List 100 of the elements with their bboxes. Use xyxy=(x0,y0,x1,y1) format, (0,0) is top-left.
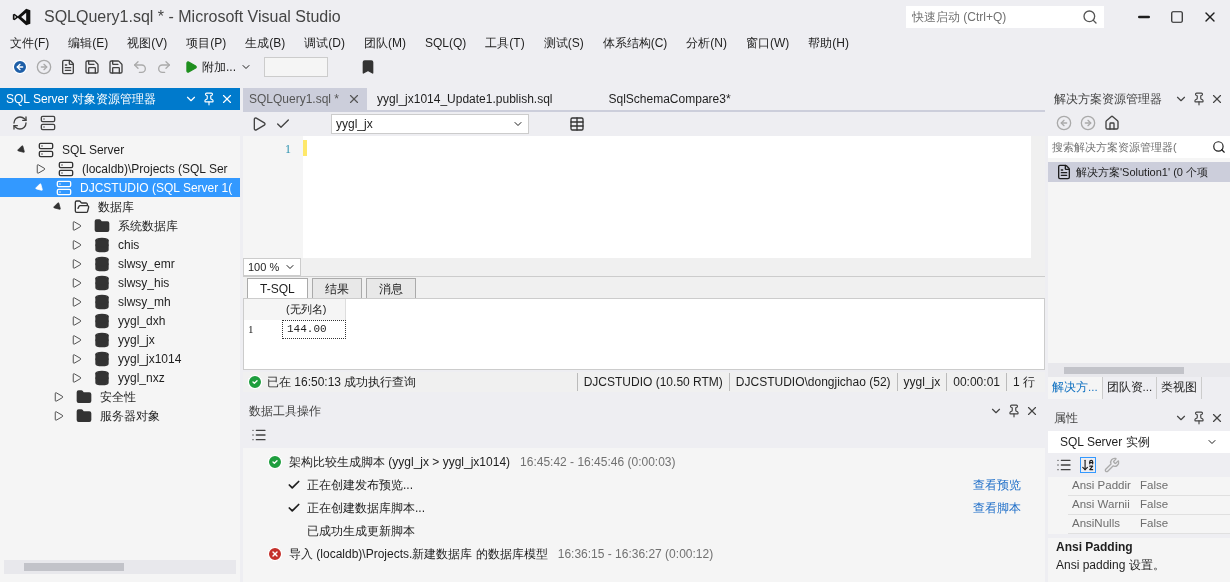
collapsed-arrow-icon[interactable] xyxy=(72,334,82,345)
collapsed-arrow-icon[interactable] xyxy=(72,296,82,307)
tree-item[interactable]: slwsy_mh xyxy=(0,292,240,311)
clear-list-icon[interactable] xyxy=(251,427,267,443)
operation-title: 导入 (localdb)\Projects.新建数据库 的数据库模型 xyxy=(289,545,548,563)
collapsed-arrow-icon[interactable] xyxy=(54,391,64,402)
attach-button[interactable]: 附加... xyxy=(180,58,256,76)
home-icon[interactable] xyxy=(1104,115,1120,131)
result-tab[interactable]: 结果 xyxy=(311,278,362,298)
scrollbar[interactable] xyxy=(1048,363,1230,377)
menu-item[interactable]: 测试(S) xyxy=(543,34,584,52)
scrollbar[interactable] xyxy=(4,560,236,574)
menu-item[interactable]: 生成(B) xyxy=(245,34,286,52)
panel-tab[interactable]: 解决方... xyxy=(1048,377,1103,399)
menu-item[interactable]: 编辑(E) xyxy=(68,34,109,52)
search-field[interactable]: 搜索解决方案资源管理器( xyxy=(1048,136,1230,158)
collapsed-arrow-icon[interactable] xyxy=(72,315,82,326)
tree-item[interactable]: 系统数据库 xyxy=(0,216,240,235)
close-icon[interactable] xyxy=(1025,404,1039,418)
search-icon[interactable] xyxy=(1082,9,1098,25)
grid-icon[interactable] xyxy=(569,116,585,132)
editor-tab[interactable]: SqlSchemaCompare3* xyxy=(602,88,737,110)
menu-item[interactable]: 项目(P) xyxy=(186,34,227,52)
menu-item[interactable]: 视图(V) xyxy=(127,34,168,52)
sort-icon[interactable] xyxy=(1080,457,1096,473)
database-icon xyxy=(94,350,110,367)
database-dropdown[interactable]: yygl_jx xyxy=(331,114,529,134)
folder-icon xyxy=(76,388,92,405)
tree-item[interactable]: yygl_nxz xyxy=(0,368,240,387)
error-icon xyxy=(267,545,283,562)
link[interactable]: 查看脚本 xyxy=(973,498,1021,517)
collapsed-arrow-icon[interactable] xyxy=(36,163,46,174)
tree-item[interactable]: 安全性 xyxy=(0,387,240,406)
categorized-icon[interactable] xyxy=(1056,457,1072,473)
link[interactable]: 查看预览 xyxy=(973,475,1021,494)
collapsed-arrow-icon[interactable] xyxy=(72,372,82,383)
menu-item[interactable]: 体系结构(C) xyxy=(602,34,668,52)
status-message: 已在 16:50:13 成功执行查询 xyxy=(267,374,418,391)
panel-tab[interactable]: 类视图 xyxy=(1157,377,1203,399)
tree-item[interactable]: chis xyxy=(0,235,240,254)
panel-title: 属性 xyxy=(1054,410,1078,427)
property-value[interactable]: False xyxy=(1136,515,1169,533)
collapsed-arrow-icon[interactable] xyxy=(72,258,82,269)
panel-tab[interactable]: 团队资... xyxy=(1102,377,1158,399)
expanded-arrow-icon[interactable] xyxy=(16,143,28,156)
property-name: AnsiNulls xyxy=(1071,516,1121,532)
bookmark-icon[interactable] xyxy=(360,59,376,75)
quick-launch-field[interactable]: 快速启动 (Ctrl+Q) xyxy=(906,6,1104,28)
search-icon[interactable] xyxy=(1212,140,1226,154)
server-icon xyxy=(58,160,74,177)
menu-item[interactable]: 帮助(H) xyxy=(808,34,849,52)
expanded-arrow-icon[interactable] xyxy=(52,200,64,213)
tree-item[interactable]: yygl_dxh xyxy=(0,311,240,330)
database-icon xyxy=(94,274,110,291)
tree-item[interactable]: 数据库 xyxy=(0,197,240,216)
collapsed-arrow-icon[interactable] xyxy=(72,353,82,364)
editor-tab[interactable]: yygl_jx1014_Update1.publish.sql xyxy=(371,88,559,110)
tree-item[interactable]: yygl_jx1014 xyxy=(0,349,240,368)
pin-icon[interactable] xyxy=(202,92,216,106)
tree-item[interactable]: 服务器对象 xyxy=(0,406,240,425)
tree-item[interactable]: (localdb)\Projects (SQL Ser xyxy=(0,159,240,178)
editor-tab[interactable]: SQLQuery1.sql * xyxy=(243,88,368,110)
collapsed-arrow-icon[interactable] xyxy=(72,220,82,231)
solution-item[interactable]: 解决方案'Solution1' (0 个项 xyxy=(1048,162,1230,182)
result-tab[interactable]: T-SQL xyxy=(247,278,308,298)
step-text: 正在创建发布预览... xyxy=(307,476,414,494)
collapsed-arrow-icon[interactable] xyxy=(72,277,82,288)
menu-item[interactable]: 工具(T) xyxy=(485,34,525,52)
menu-item[interactable]: SQL(Q) xyxy=(425,34,467,52)
menu-item[interactable]: 调试(D) xyxy=(304,34,345,52)
tree-item[interactable]: slwsy_emr xyxy=(0,254,240,273)
pin-icon[interactable] xyxy=(1007,404,1021,418)
refresh-icon[interactable] xyxy=(12,115,28,131)
property-name: Ansi Warnii xyxy=(1071,497,1131,513)
tree-item[interactable]: yygl_jx xyxy=(0,330,240,349)
pin-icon[interactable] xyxy=(1192,92,1206,106)
menu-item[interactable]: 文件(F) xyxy=(10,34,50,52)
menu-item[interactable]: 团队(M) xyxy=(364,34,406,52)
table-cell[interactable]: 144.00 xyxy=(282,320,346,339)
result-tab[interactable]: 消息 xyxy=(365,278,416,298)
tree-item[interactable]: SQL Server xyxy=(0,140,240,159)
save-all-icon[interactable] xyxy=(108,59,124,75)
folder-icon xyxy=(94,217,110,234)
execute-icon[interactable] xyxy=(251,116,267,132)
status-cell: DJCSTUDIO\dongjichao (52) xyxy=(728,373,897,391)
menu-item[interactable]: 窗口(W) xyxy=(746,34,790,52)
collapsed-arrow-icon[interactable] xyxy=(54,410,64,421)
close-icon[interactable] xyxy=(1210,92,1224,106)
object-dropdown[interactable]: SQL Server 实例 xyxy=(1048,431,1230,453)
menu-item[interactable]: 分析(N) xyxy=(686,34,727,52)
tree-item[interactable]: slwsy_his xyxy=(0,273,240,292)
save-icon[interactable] xyxy=(84,59,100,75)
maximize-icon[interactable] xyxy=(1170,10,1184,24)
collapsed-arrow-icon[interactable] xyxy=(72,239,82,250)
property-value[interactable]: False xyxy=(1136,496,1169,514)
operation-title: 架构比较生成脚本 (yygl_jx > yygl_jx1014) xyxy=(289,453,511,471)
property-value[interactable]: False xyxy=(1136,477,1169,495)
close-icon[interactable] xyxy=(1210,411,1224,425)
new-file-icon[interactable] xyxy=(60,59,76,75)
pin-icon[interactable] xyxy=(1192,411,1206,425)
